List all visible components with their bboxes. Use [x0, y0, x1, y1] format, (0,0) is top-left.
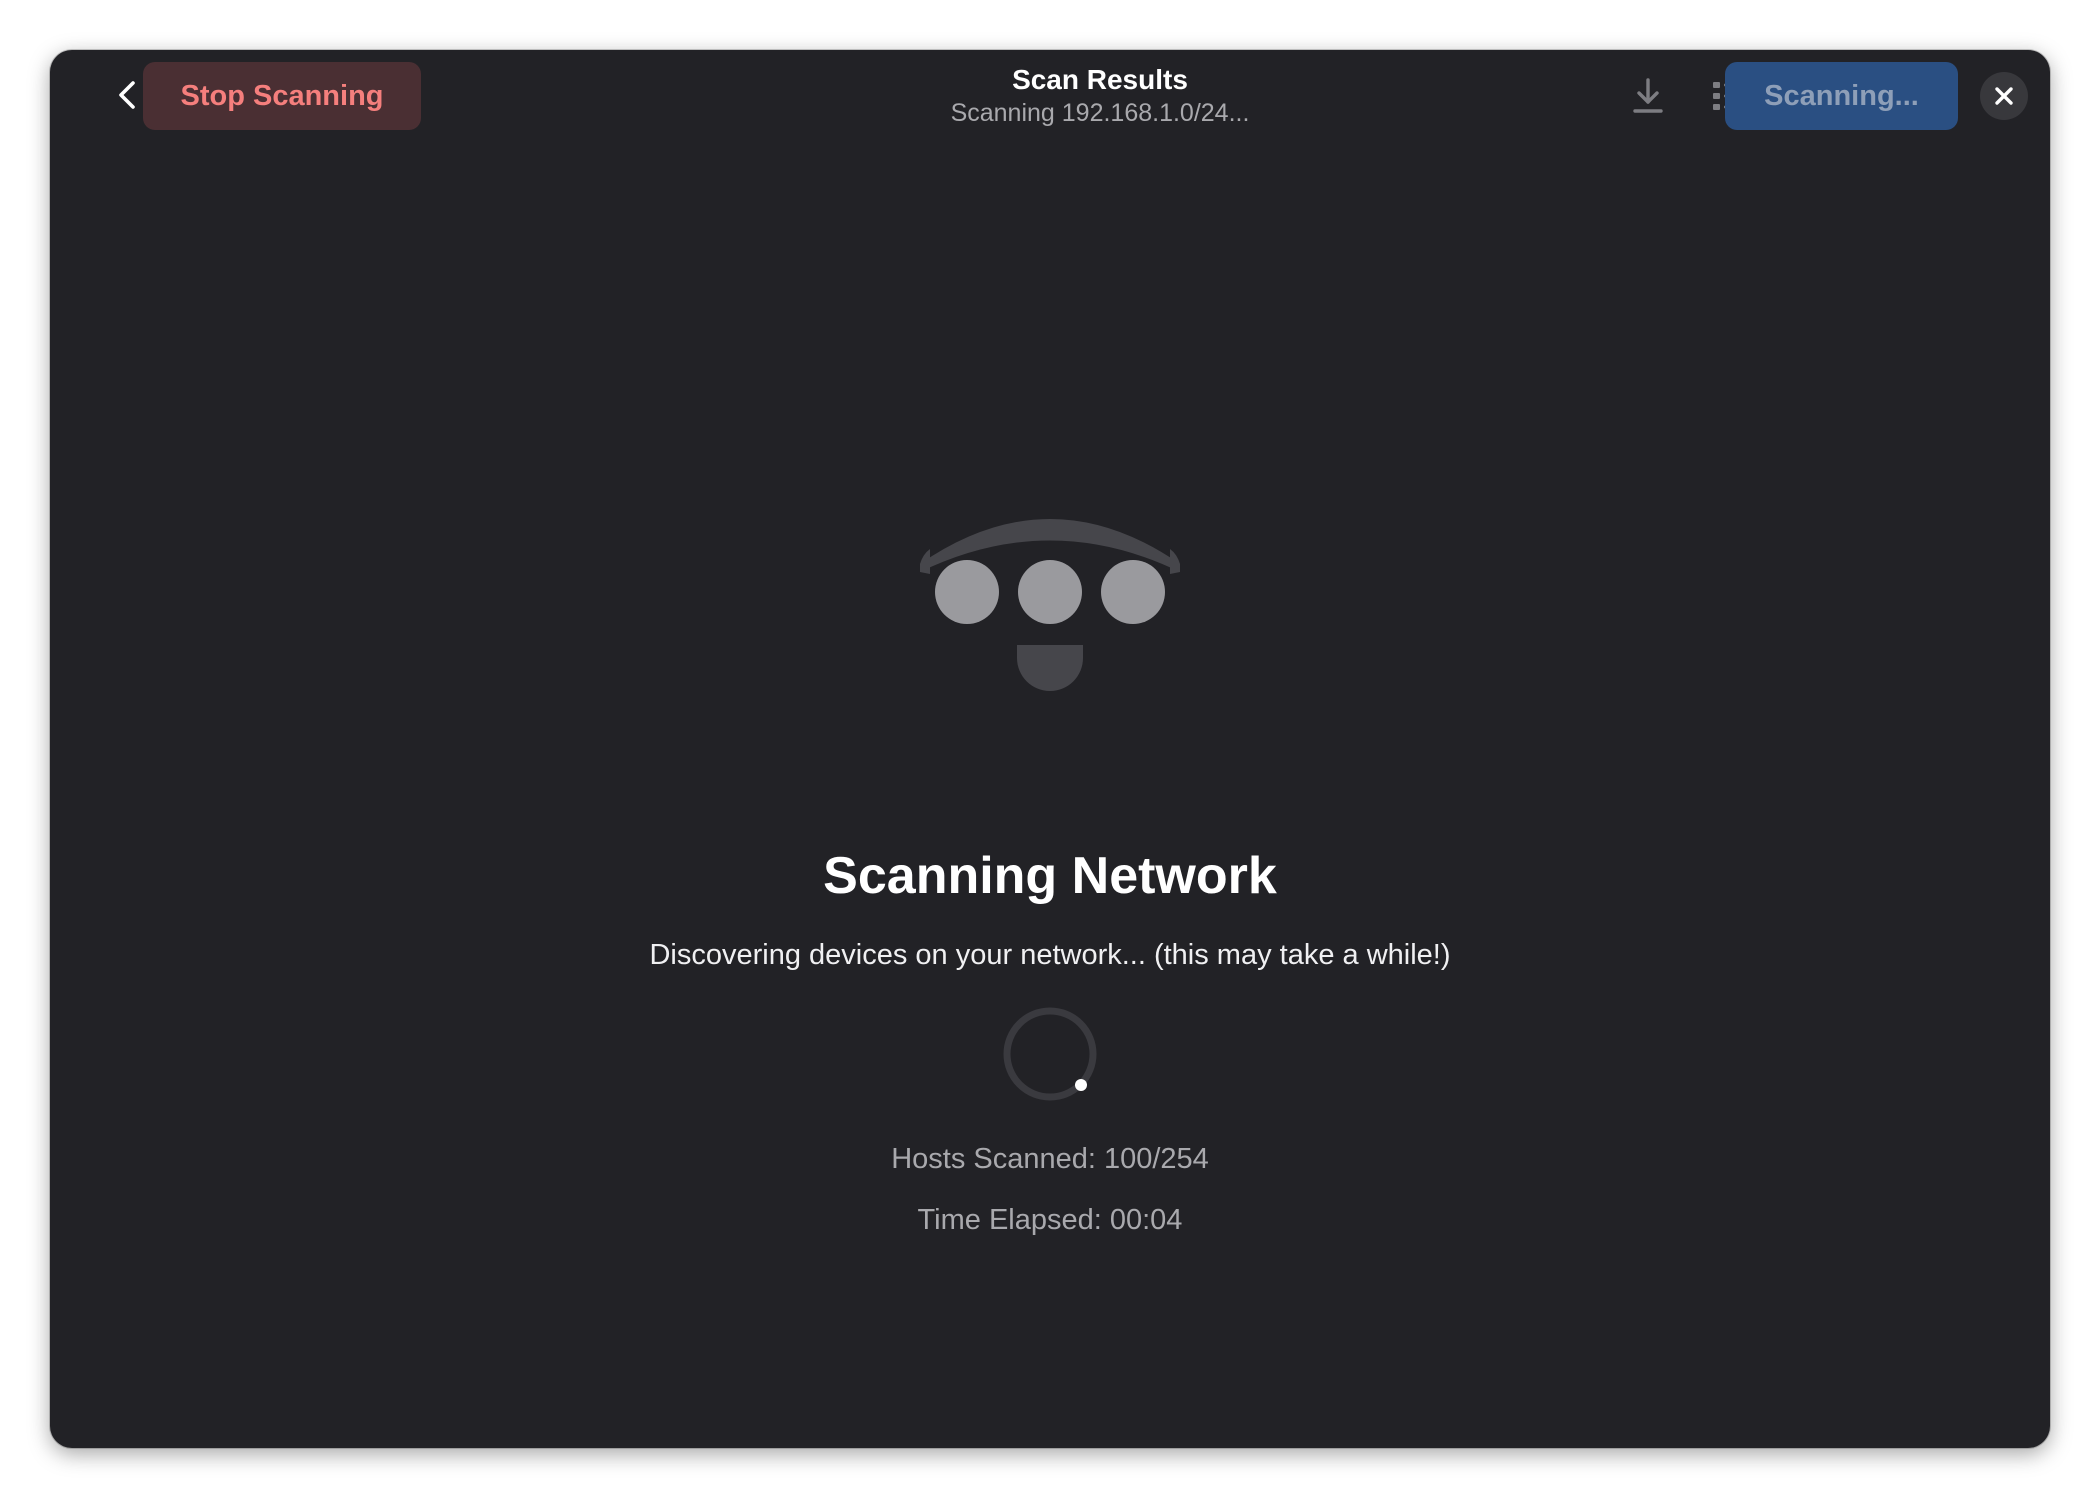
window-title: Scan Results: [1012, 64, 1188, 95]
hosts-scanned-text: Hosts Scanned: 100/254: [891, 1143, 1209, 1175]
download-button[interactable]: [1624, 72, 1672, 120]
loading-spinner-icon: [1003, 1007, 1097, 1101]
close-button[interactable]: [1980, 72, 2028, 120]
status-description: Discovering devices on your network... (…: [649, 939, 1451, 971]
scan-status-page: Scanning Network Discovering devices on …: [50, 144, 2050, 1448]
scan-results-window: Stop Scanning Scan Results Scanning 192.…: [50, 50, 2050, 1448]
stop-scanning-label: Stop Scanning: [180, 79, 384, 112]
download-icon: [1633, 78, 1663, 113]
header-bar: Stop Scanning Scan Results Scanning 192.…: [50, 50, 2050, 144]
header-title-block: Scan Results Scanning 192.168.1.0/24...: [750, 63, 1450, 129]
network-wireless-icon: [920, 519, 1180, 691]
go-previous-icon: [119, 81, 135, 109]
status-title: Scanning Network: [823, 847, 1277, 905]
scanning-button[interactable]: Scanning...: [1725, 62, 1958, 130]
back-button[interactable]: [108, 76, 146, 114]
window-subtitle: Scanning 192.168.1.0/24...: [950, 99, 1250, 127]
window-close-icon: [1995, 87, 2013, 105]
stop-scanning-button[interactable]: Stop Scanning: [143, 62, 421, 130]
scanning-label: Scanning...: [1764, 79, 1919, 112]
time-elapsed-text: Time Elapsed: 00:04: [917, 1204, 1183, 1236]
